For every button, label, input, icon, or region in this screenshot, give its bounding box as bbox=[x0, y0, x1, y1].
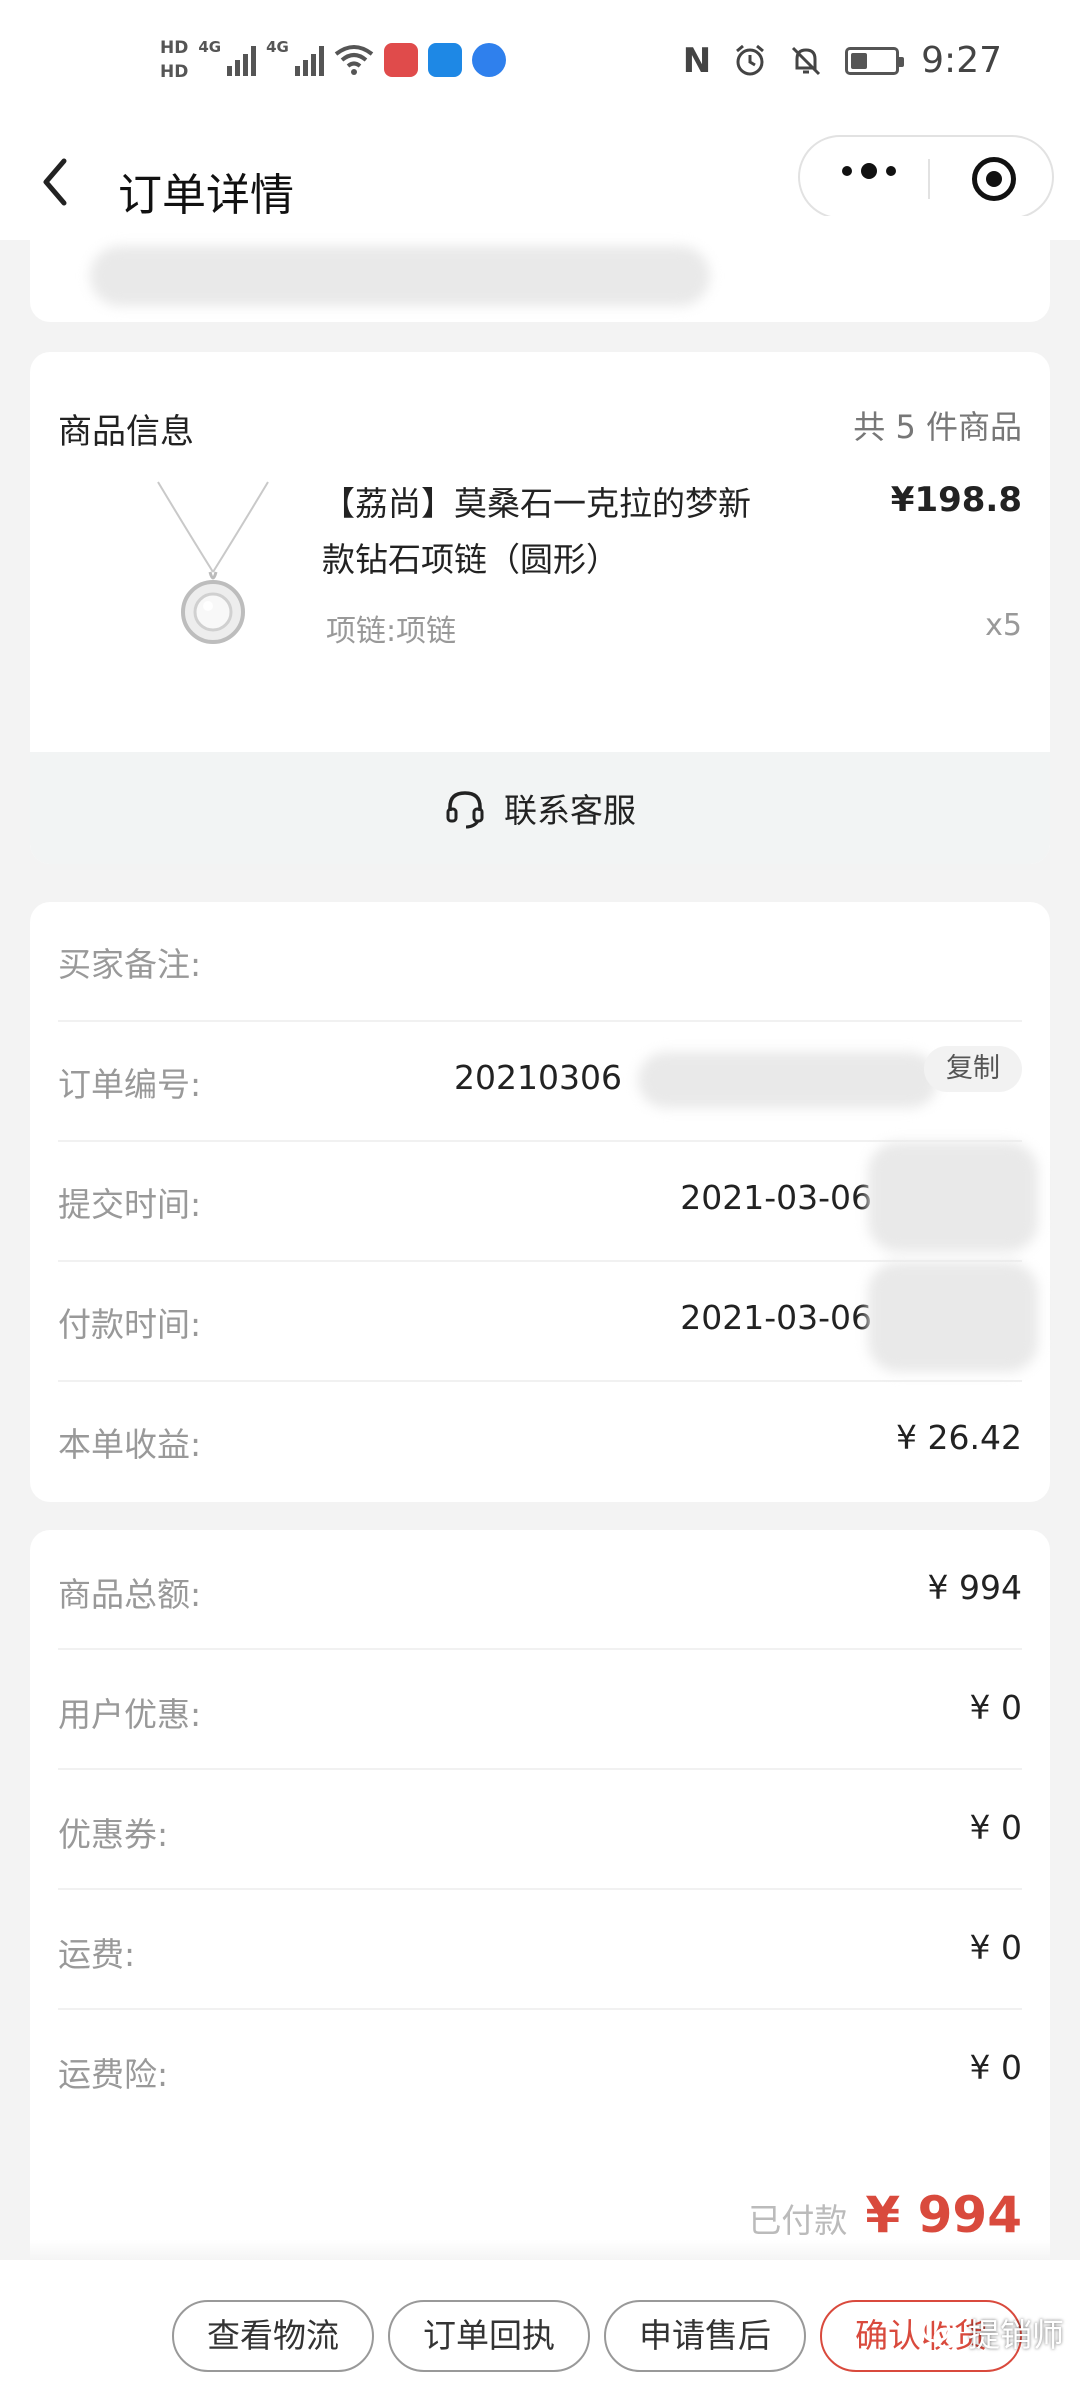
signal-icon bbox=[227, 44, 257, 76]
goods-total-row: 商品总额: ¥ 994 bbox=[58, 1530, 1022, 1650]
coupon-row: 优惠券: ¥ 0 bbox=[58, 1770, 1022, 1890]
nfc-icon: N bbox=[682, 40, 712, 81]
chevron-left-icon bbox=[43, 158, 67, 206]
watermark: 提销师 bbox=[920, 2310, 1064, 2356]
back-button[interactable] bbox=[40, 157, 80, 217]
user-discount-label: 用户优惠: bbox=[58, 1695, 202, 1734]
page-title: 订单详情 bbox=[118, 170, 294, 221]
view-logistics-button[interactable]: 查看物流 bbox=[172, 2300, 374, 2372]
signal-icon bbox=[294, 44, 324, 76]
wifi-icon bbox=[334, 45, 374, 75]
product-price: ¥198.8 bbox=[890, 480, 1022, 520]
battery-icon bbox=[845, 46, 905, 75]
book-app-icon bbox=[383, 43, 418, 77]
earnings-row: 本单收益: ¥ 26.42 bbox=[58, 1382, 1022, 1502]
contact-service-button[interactable]: 联系客服 bbox=[30, 752, 1050, 864]
headset-icon bbox=[446, 791, 484, 829]
earnings-value: ¥ 26.42 bbox=[896, 1418, 1022, 1457]
shipping-label: 运费: bbox=[58, 1935, 136, 1974]
goods-total-label: 商品总额: bbox=[58, 1575, 202, 1614]
order-info-card: 买家备注: 订单编号: 20210306 复制 提交时间: 2021-03-06… bbox=[30, 902, 1050, 1502]
submit-time-value: 2021-03-06 bbox=[680, 1178, 872, 1217]
status-right: N 9:27 bbox=[683, 40, 1002, 81]
order-receipt-button[interactable]: 订单回执 bbox=[388, 2300, 590, 2372]
shipping-insurance-row: 运费险: ¥ 0 bbox=[58, 2010, 1022, 2130]
contact-service-label: 联系客服 bbox=[504, 791, 636, 830]
paid-value: ¥ 994 bbox=[865, 2186, 1022, 2244]
network-type-1: 4G bbox=[198, 38, 222, 56]
wechat-icon bbox=[921, 2317, 959, 2349]
shipping-insurance-label: 运费险: bbox=[58, 2055, 169, 2094]
alarm-icon bbox=[736, 44, 765, 75]
submit-time-row: 提交时间: 2021-03-06 bbox=[58, 1142, 1038, 1262]
more-options-button[interactable] bbox=[842, 163, 896, 179]
coupon-label: 优惠券: bbox=[58, 1815, 169, 1854]
apply-after-sales-button[interactable]: 申请售后 bbox=[604, 2300, 806, 2372]
capsule-divider bbox=[928, 159, 930, 199]
shipping-value: ¥ 0 bbox=[969, 1928, 1022, 1967]
coupon-value: ¥ 0 bbox=[969, 1808, 1022, 1847]
mute-bell-icon bbox=[792, 46, 821, 75]
status-left: HD HD 4G 4G bbox=[160, 38, 506, 82]
amount-card: 商品总额: ¥ 994 用户优惠: ¥ 0 优惠券: ¥ 0 运费: ¥ 0 运… bbox=[30, 1530, 1050, 2260]
user-discount-value: ¥ 0 bbox=[969, 1688, 1022, 1727]
buyer-note-row: 买家备注: bbox=[58, 902, 1022, 1022]
redacted-payment-time bbox=[868, 1262, 1038, 1372]
mini-program-capsule bbox=[798, 135, 1054, 219]
order-number-value: 20210306 bbox=[454, 1058, 622, 1097]
payment-time-row: 付款时间: 2021-03-06 bbox=[58, 1262, 1038, 1382]
goods-header: 商品信息 bbox=[58, 412, 194, 452]
shipping-row: 运费: ¥ 0 bbox=[58, 1890, 1022, 2010]
redacted-order-number bbox=[638, 1052, 938, 1108]
goods-total-value: ¥ 994 bbox=[927, 1568, 1022, 1607]
watermark-text: 提销师 bbox=[967, 2316, 1064, 2354]
status-bar: HD HD 4G 4G N 9:27 bbox=[0, 0, 1080, 135]
close-mini-program-button[interactable] bbox=[972, 157, 1016, 201]
submit-time-label: 提交时间: bbox=[58, 1185, 202, 1224]
paid-label: 已付款 bbox=[748, 2201, 848, 2240]
shipping-insurance-value: ¥ 0 bbox=[969, 2048, 1022, 2087]
order-number-label: 订单编号: bbox=[58, 1065, 202, 1104]
buyer-note-label: 买家备注: bbox=[58, 945, 202, 984]
redacted-area bbox=[90, 246, 710, 306]
browser-app-icon bbox=[427, 43, 462, 77]
payment-time-label: 付款时间: bbox=[58, 1305, 202, 1344]
paid-summary: 已付款 ¥ 994 bbox=[748, 2186, 1022, 2244]
goods-card: 商品信息 共 5 件商品 【荔尚】莫桑石一克拉的梦新款钻石项链（圆形） ¥198… bbox=[30, 352, 1050, 864]
redacted-submit-time bbox=[868, 1142, 1038, 1252]
payment-time-value: 2021-03-06 bbox=[680, 1298, 872, 1337]
bottom-action-bar: 查看物流 订单回执 申请售后 确认收货 bbox=[0, 2260, 1080, 2400]
copy-button[interactable]: 复制 bbox=[924, 1046, 1022, 1092]
hd1-label: HD bbox=[160, 38, 189, 58]
product-quantity: x5 bbox=[985, 608, 1022, 643]
product-image[interactable] bbox=[118, 472, 308, 672]
address-card bbox=[30, 216, 1050, 322]
hd-indicator: HD HD bbox=[160, 38, 188, 82]
network-type-2: 4G bbox=[266, 38, 289, 56]
earnings-label: 本单收益: bbox=[58, 1425, 202, 1464]
order-number-row: 订单编号: 20210306 复制 bbox=[58, 1022, 1022, 1142]
hd2-label: HD bbox=[160, 62, 189, 82]
user-discount-row: 用户优惠: ¥ 0 bbox=[58, 1650, 1022, 1770]
product-spec: 项链:项链 bbox=[326, 614, 457, 649]
clock-time: 9:27 bbox=[921, 40, 1002, 81]
scroll-fade bbox=[0, 2240, 1080, 2262]
cloud-app-icon bbox=[471, 43, 506, 77]
goods-count: 共 5 件商品 bbox=[853, 408, 1022, 446]
product-name[interactable]: 【荔尚】莫桑石一克拉的梦新款钻石项链（圆形） bbox=[322, 476, 772, 588]
